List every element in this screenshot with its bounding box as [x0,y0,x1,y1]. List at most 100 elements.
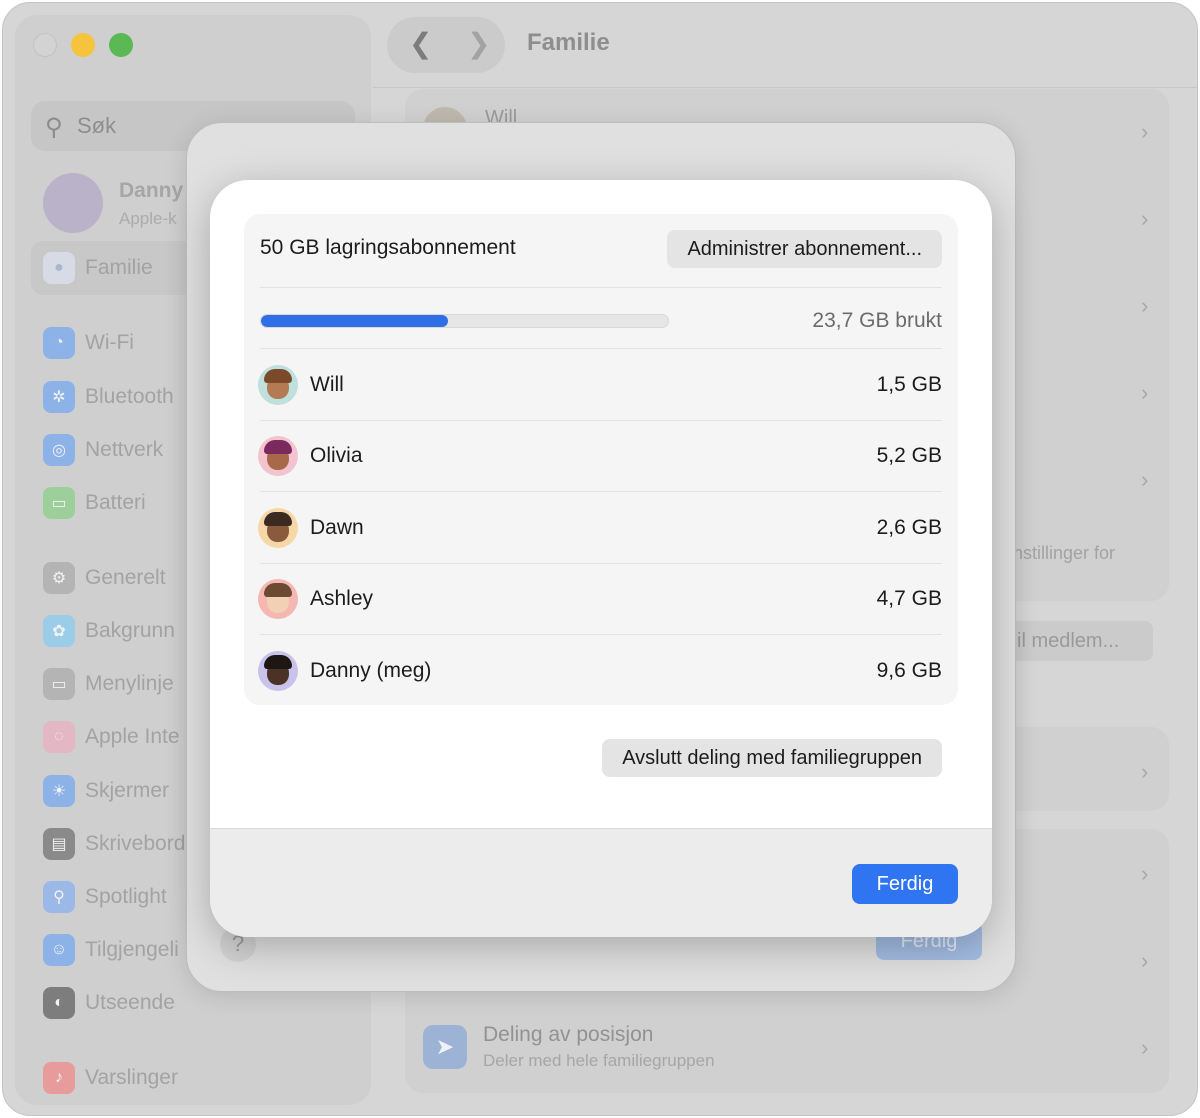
done-button[interactable]: Ferdig [852,864,958,904]
chevron-right-icon[interactable]: › [1141,467,1148,493]
sidebar-item[interactable]: ◐ Utseende [43,987,175,1019]
apple-intelligence-icon: ◌ [43,721,75,753]
member-avatar [258,508,298,548]
sidebar-item-label: Batteri [85,491,146,514]
member-row: Olivia 5,2 GB [258,436,942,476]
sidebar-item[interactable]: ▭ Batteri [43,487,146,519]
storage-plan-label: 50 GB lagringsabonnement [260,236,516,259]
chevron-right-icon[interactable]: › [1141,206,1148,232]
dialog-footer: Ferdig [210,828,992,937]
divider [260,287,942,288]
member-storage-size: 4,7 GB [876,587,942,610]
search-icon: ⚲ [45,114,63,141]
bluetooth-icon: ✲ [43,381,75,413]
family-icon: ● [43,252,75,284]
bell-icon: ♪ [43,1062,75,1094]
appearance-icon: ◐ [43,987,75,1019]
sidebar-item-label: Menylinje [85,672,174,695]
member-avatar [258,651,298,691]
chevron-right-icon[interactable]: › [1141,759,1148,785]
chevron-right-icon[interactable]: › [1141,1035,1148,1061]
location-sharing-subtitle: Deler med hele familiegruppen [483,1051,715,1070]
member-avatar [258,436,298,476]
chevron-right-icon[interactable]: › [1141,380,1148,406]
member-name: Will [310,373,344,396]
sidebar-item-label: Wi-Fi [85,331,134,354]
sidebar-item[interactable]: ☀ Skjermer [43,775,169,807]
member-name: Danny (meg) [310,659,432,682]
sidebar-item[interactable]: ◔ Wi-Fi [43,327,134,359]
settings-description: nstillinger for [1013,543,1116,563]
desktop-icon: ▤ [43,828,75,860]
storage-used-label: 23,7 GB brukt [812,309,942,332]
member-row: Will 1,5 GB [258,365,942,405]
location-arrow-icon: ➤ [423,1025,467,1069]
forward-chevron-icon[interactable]: ❯ [467,27,490,60]
menubar-icon: ▭ [43,668,75,700]
chevron-right-icon[interactable]: › [1141,293,1148,319]
member-name: Olivia [310,444,363,467]
divider [260,563,942,564]
minimize-window-button[interactable] [71,33,95,57]
sidebar-item[interactable]: ✲ Bluetooth [43,381,174,413]
sidebar-item[interactable]: ◌ Apple Inte [43,721,180,753]
sidebar-item[interactable]: ▭ Menylinje [43,668,174,700]
sidebar-item[interactable]: ☺ Tilgjengeli [43,934,179,966]
storage-card: 50 GB lagringsabonnement Administrer abo… [244,214,958,705]
sidebar-item[interactable]: ◎ Nettverk [43,434,163,466]
sidebar-item[interactable]: ♪ Varslinger [43,1062,178,1094]
flower-icon: ✿ [43,615,75,647]
chevron-right-icon[interactable]: › [1141,948,1148,974]
sidebar-item[interactable]: ⚲ Spotlight [43,881,167,913]
manage-subscription-button[interactable]: Administrer abonnement... [667,230,942,268]
back-chevron-icon[interactable]: ❮ [409,27,432,60]
account-avatar[interactable] [43,173,103,233]
member-row: Danny (meg) 9,6 GB [258,651,942,691]
sidebar-item-label: Utseende [85,991,175,1014]
close-window-button[interactable] [33,33,57,57]
window-title: Familie [527,29,610,56]
storage-usage-bar [260,314,669,328]
sidebar-item-label: Generelt [85,566,166,589]
storage-dialog: 50 GB lagringsabonnement Administrer abo… [210,180,992,937]
member-storage-size: 1,5 GB [876,373,942,396]
battery-icon: ▭ [43,487,75,519]
member-storage-size: 5,2 GB [876,444,942,467]
divider [260,634,942,635]
sidebar-item[interactable]: ▤ Skrivebord [43,828,185,860]
chevron-right-icon[interactable]: › [1141,861,1148,887]
sidebar-item-label: Familie [85,256,153,279]
sidebar-item[interactable]: ✿ Bakgrunn [43,615,175,647]
search-placeholder: Søk [77,113,117,138]
zoom-window-button[interactable] [109,33,133,57]
location-sharing-title[interactable]: Deling av posisjon [483,1023,653,1047]
add-member-button[interactable]: il medlem... [1003,621,1153,661]
wifi-icon: ◔ [43,327,75,359]
account-subtitle: Apple-k [119,209,177,228]
sidebar-item-label: Spotlight [85,885,167,908]
sidebar-item-label: Varslinger [85,1066,178,1089]
sidebar-item-label: Nettverk [85,438,164,461]
sidebar-item-label: Bluetooth [85,385,174,408]
divider [260,420,942,421]
account-name: Danny [119,179,184,202]
member-storage-size: 2,6 GB [876,516,942,539]
chevron-right-icon[interactable]: › [1141,119,1148,145]
member-storage-size: 9,6 GB [876,659,942,682]
sun-icon: ☀ [43,775,75,807]
divider [260,491,942,492]
sidebar-item-label: Tilgjengeli [85,938,179,961]
magnifier-icon: ⚲ [43,881,75,913]
member-avatar [258,579,298,619]
sidebar-item[interactable]: ⚙ Generelt [43,562,166,594]
member-name: Ashley [310,587,374,610]
globe-icon: ◎ [43,434,75,466]
divider [260,348,942,349]
member-avatar [258,365,298,405]
sidebar-item-label: Bakgrunn [85,619,175,642]
gear-icon: ⚙ [43,562,75,594]
navigation-buttons: ❮ ❯ [387,17,505,73]
sidebar-item-label: Skrivebord [85,832,186,855]
title-divider [373,87,1197,88]
stop-family-sharing-button[interactable]: Avslutt deling med familiegruppen [602,739,942,777]
